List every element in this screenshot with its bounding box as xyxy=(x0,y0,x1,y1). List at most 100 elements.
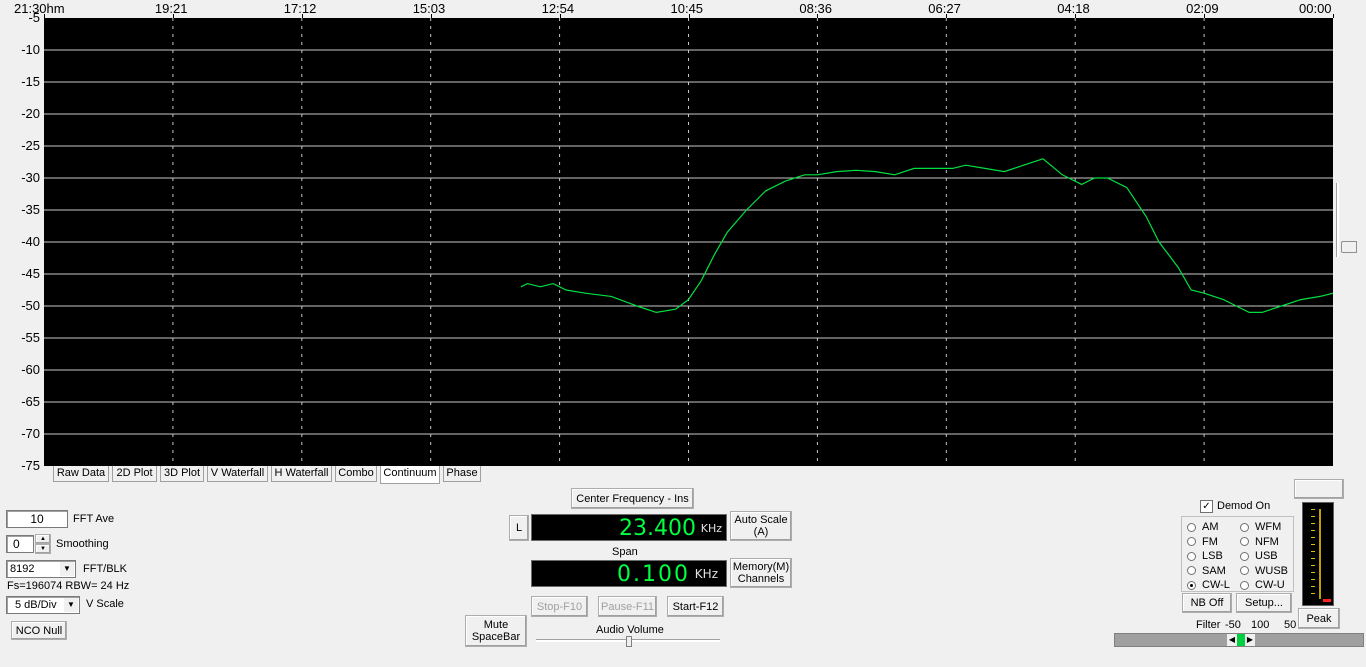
tab-combo[interactable]: Combo xyxy=(335,466,377,482)
vscale-select[interactable]: 5 dB/Div ▼ xyxy=(6,596,80,614)
fft-ave-input[interactable]: 10 xyxy=(6,510,68,528)
smoothing-spinner[interactable]: ▲ ▼ xyxy=(35,534,51,554)
stop-button[interactable]: Stop-F10 xyxy=(531,596,588,617)
radio-wfm[interactable]: WFM xyxy=(1240,521,1281,533)
radio-lsb[interactable]: LSB xyxy=(1187,550,1223,562)
smoothing-label: Smoothing xyxy=(56,538,109,550)
y-tick-label: -75 xyxy=(21,458,40,473)
filter-center: 100 xyxy=(1251,619,1270,631)
y-tick-label: -25 xyxy=(21,138,40,153)
y-tick-label: -70 xyxy=(21,426,40,441)
y-tick-label: -5 xyxy=(28,10,40,25)
peak-button[interactable]: Peak xyxy=(1298,608,1340,629)
vscale-label: V Scale xyxy=(86,598,124,610)
memory-channels-button[interactable]: Memory(M) Channels xyxy=(730,558,792,588)
radio-usb[interactable]: USB xyxy=(1240,550,1278,562)
radio-dot-icon[interactable] xyxy=(1187,522,1196,532)
tab-h-waterfall[interactable]: H Waterfall xyxy=(271,466,332,482)
start-button[interactable]: Start-F12 xyxy=(667,596,724,617)
tab-continuum[interactable]: Continuum xyxy=(380,466,440,484)
radio-dot-icon[interactable] xyxy=(1240,522,1249,532)
pause-button[interactable]: Pause-F11 xyxy=(598,596,657,617)
x-tick-mark xyxy=(1075,14,1077,18)
radio-dot-icon[interactable] xyxy=(1187,551,1196,561)
frequency-unit: KHz xyxy=(700,522,722,535)
vscale-value: 5 dB/Div xyxy=(15,599,57,611)
x-tick-mark xyxy=(1204,14,1206,18)
tab-phase[interactable]: Phase xyxy=(443,466,481,482)
demod-on-checkbox[interactable]: ✓ xyxy=(1200,500,1213,513)
filter-right-handle[interactable]: ▶ xyxy=(1245,634,1255,646)
y-tick-label: -20 xyxy=(21,106,40,121)
slider-thumb[interactable] xyxy=(1341,241,1357,253)
x-tick-label: 00:00 xyxy=(1299,1,1332,16)
tab-2d-plot[interactable]: 2D Plot xyxy=(112,466,157,482)
filter-max: 50 xyxy=(1284,619,1297,631)
radio-cw-u[interactable]: CW-U xyxy=(1240,579,1285,591)
filter-left-handle[interactable]: ◀ xyxy=(1227,634,1237,646)
x-tick-mark xyxy=(817,14,819,18)
spin-down-icon[interactable]: ▼ xyxy=(35,544,51,554)
radio-am[interactable]: AM xyxy=(1187,521,1219,533)
plot-area[interactable] xyxy=(44,18,1333,466)
radio-dot-icon[interactable] xyxy=(1187,566,1196,575)
x-tick-mark xyxy=(946,14,948,18)
filter-passband xyxy=(1237,634,1245,646)
y-tick-label: -45 xyxy=(21,266,40,281)
nb-off-button[interactable]: NB Off xyxy=(1182,593,1232,613)
radio-label: FM xyxy=(1202,535,1218,548)
demod-on-label: Demod On xyxy=(1217,500,1271,512)
x-tick-label: 12:54 xyxy=(541,1,575,16)
radio-dot-icon[interactable] xyxy=(1187,537,1196,546)
y-tick-label: -35 xyxy=(21,202,40,217)
setup-button[interactable]: Setup... xyxy=(1236,593,1292,613)
y-tick-label: -65 xyxy=(21,394,40,409)
fft-blk-select[interactable]: 8192 ▼ xyxy=(6,560,76,578)
radio-dot-icon[interactable] xyxy=(1187,580,1196,590)
check-icon: ✓ xyxy=(1202,501,1211,512)
filter-slider[interactable]: ◀ ▶ xyxy=(1114,633,1364,647)
span-value: 0.100 xyxy=(617,562,690,587)
center-frequency-button[interactable]: Center Frequency - Ins xyxy=(571,488,694,509)
radio-fm[interactable]: FM xyxy=(1187,536,1218,548)
x-tick-label: 17:12 xyxy=(283,1,317,16)
continuum-trace xyxy=(520,158,1333,314)
y-tick-label: -30 xyxy=(21,170,40,185)
smoothing-input[interactable]: 0 xyxy=(6,535,34,553)
radio-dot-icon[interactable] xyxy=(1240,580,1249,590)
audio-volume-slider[interactable] xyxy=(536,636,720,648)
radio-dot-icon[interactable] xyxy=(1240,566,1249,575)
frequency-display: 23.400 KHz xyxy=(531,514,727,541)
slider-track xyxy=(1336,183,1339,257)
x-tick-label: 02:09 xyxy=(1186,1,1219,16)
meter-scale xyxy=(1311,509,1315,599)
chevron-down-icon[interactable]: ▼ xyxy=(64,598,78,612)
blank-button[interactable] xyxy=(1294,479,1344,499)
radio-label: NFM xyxy=(1255,535,1279,548)
y-tick-label: -40 xyxy=(21,234,40,249)
mute-button[interactable]: Mute SpaceBar xyxy=(465,615,527,647)
radio-cw-l[interactable]: CW-L xyxy=(1187,579,1230,591)
volume-thumb[interactable] xyxy=(626,636,632,647)
vertical-scale-slider[interactable] xyxy=(1336,18,1364,466)
x-tick-mark xyxy=(430,14,432,18)
auto-scale-button[interactable]: Auto Scale (A) xyxy=(730,511,792,541)
nco-null-button[interactable]: NCO Null xyxy=(11,621,67,640)
radio-nfm[interactable]: NFM xyxy=(1240,536,1279,548)
fs-rbw-info: Fs=196074 RBW= 24 Hz xyxy=(7,580,130,592)
continuum-chart xyxy=(44,18,1333,466)
radio-sam[interactable]: SAM xyxy=(1187,565,1226,577)
radio-wusb[interactable]: WUSB xyxy=(1240,565,1288,577)
tab-v-waterfall[interactable]: V Waterfall xyxy=(207,466,268,482)
x-tick-label: 19:21 xyxy=(154,1,188,16)
radio-dot-icon[interactable] xyxy=(1240,551,1249,561)
chevron-down-icon[interactable]: ▼ xyxy=(60,562,74,576)
tab-3d-plot[interactable]: 3D Plot xyxy=(160,466,204,482)
tab-raw-data[interactable]: Raw Data xyxy=(53,466,109,482)
radio-label: LSB xyxy=(1202,550,1223,562)
radio-dot-icon[interactable] xyxy=(1240,537,1249,546)
x-tick-mark xyxy=(559,14,561,18)
x-tick-label: 06:27 xyxy=(928,1,961,16)
radio-label: USB xyxy=(1255,550,1278,562)
l-button[interactable]: L xyxy=(509,515,529,541)
